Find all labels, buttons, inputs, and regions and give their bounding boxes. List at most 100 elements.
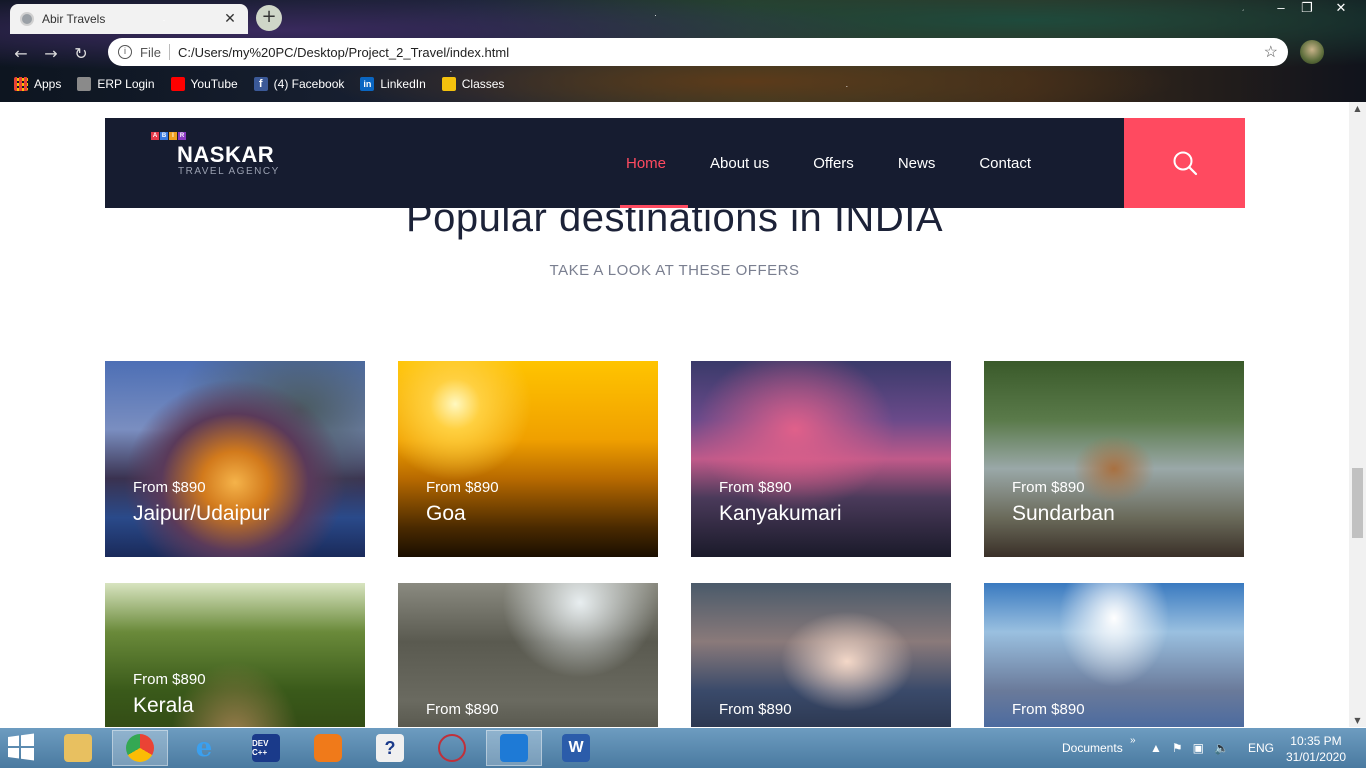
destination-card-jaipur-udaipur[interactable]: From $890 Jaipur/Udaipur [105,361,365,557]
tray-documents[interactable]: Documents [1062,728,1123,768]
section-subtitle: TAKE A LOOK AT THESE OFFERS [549,262,800,279]
destination-card-kanyakumari[interactable]: From $890 Kanyakumari [691,361,951,557]
chrome-icon [126,734,154,762]
flag-icon[interactable]: ⚑ [1172,741,1183,755]
search-icon [1173,151,1197,176]
nav-contact[interactable]: Contact [957,118,1053,208]
bookmark-label: Classes [461,77,505,91]
network-status-icon[interactable]: ▣ [1193,741,1204,755]
site-logo[interactable]: A B I R NASKAR TRAVEL AGENCY [151,132,280,177]
reload-icon[interactable]: ↻ [66,44,96,63]
tray-up-arrow-icon[interactable]: ▲ [1150,741,1162,755]
clock-date: 31/01/2020 [1285,750,1346,764]
card-name: Jaipur/Udaipur [133,502,270,525]
taskbar-clock[interactable]: 10:35 PM 31/01/2020 [1286,733,1346,765]
vscode-icon [500,734,528,762]
search-button[interactable] [1124,118,1245,208]
page-scrollbar[interactable]: ▲ ▼ [1349,102,1366,727]
site-header: A B I R NASKAR TRAVEL AGENCY Home About … [105,118,1245,208]
info-icon[interactable]: i [118,45,132,59]
clock-time: 10:35 PM [1290,734,1342,748]
profile-avatar[interactable] [1300,40,1324,64]
taskbar-word[interactable]: W [548,730,604,766]
xampp-icon [314,734,342,762]
close-window-icon[interactable]: ✕ [1328,0,1354,18]
scrollbar-thumb[interactable] [1352,468,1363,538]
apps-icon [14,77,28,91]
page-viewport: Popular destinations in INDIA TAKE A LOO… [0,102,1366,727]
nav-about-us[interactable]: About us [688,118,791,208]
scroll-down-icon[interactable]: ▼ [1349,716,1366,725]
destination-card-goa[interactable]: From $890 Goa [398,361,658,557]
scroll-up-icon[interactable]: ▲ [1349,104,1366,113]
folder-icon [64,734,92,762]
destination-card[interactable]: From $890 [398,583,658,727]
card-price: From $890 [133,671,206,688]
forward-icon[interactable]: → [36,44,66,63]
nav-home[interactable]: Home [604,118,689,208]
new-tab-button[interactable]: + [256,5,282,31]
card-price: From $890 [1012,479,1085,496]
destination-card[interactable]: From $890 [691,583,951,727]
bookmark-label: ERP Login [97,77,155,91]
card-price: From $890 [1012,701,1085,718]
word-icon: W [562,734,590,762]
browser-toolbar: ← → ↻ i File C:/Users/my%20PC/Desktop/Pr… [0,36,1366,70]
url-separator [168,44,170,60]
taskbar-dev-cpp[interactable]: DEV C++ [238,730,294,766]
taskbar-vscode[interactable] [486,730,542,766]
destination-card-kerala[interactable]: From $890 Kerala [105,583,365,727]
tray-chevron[interactable]: » [1130,720,1136,760]
card-name: Goa [426,502,466,525]
close-tab-icon[interactable]: ✕ [222,11,238,27]
ie-icon: e [195,733,213,763]
minimize-icon[interactable]: – [1268,0,1294,18]
globe-icon [20,12,34,26]
browser-tab[interactable]: Abir Travels ✕ [10,4,248,34]
bookmark-label: LinkedIn [380,77,426,91]
tab-title: Abir Travels [42,12,106,26]
url-scheme: File [140,44,161,60]
bookmark-linkedin[interactable]: in LinkedIn [360,77,426,91]
windows-logo-icon [8,733,34,761]
taskbar-internet-explorer[interactable]: e [176,730,232,766]
language-indicator[interactable]: ENG [1248,728,1274,768]
bookmark-classes[interactable]: Classes [441,77,505,91]
windows-start-button[interactable] [6,733,40,763]
destination-card[interactable]: From $890 [984,583,1244,727]
browser-chrome: Abir Travels ✕ + – ❐ ✕ ← → ↻ i File C:/U… [0,0,1366,102]
taskbar-help[interactable]: ? [362,730,418,766]
bookmark-facebook[interactable]: f (4) Facebook [253,77,344,91]
bookmark-erp-login[interactable]: ERP Login [77,77,155,91]
card-name: Kerala [133,694,194,717]
classes-icon [441,77,456,91]
destination-card-sundarban[interactable]: From $890 Sundarban [984,361,1244,557]
card-name: Kanyakumari [719,502,842,525]
card-price: From $890 [719,479,792,496]
taskbar-xampp[interactable] [300,730,356,766]
logo-letter: B [160,132,168,140]
back-icon[interactable]: ← [6,44,36,63]
system-tray: ▲ ⚑ ▣ 🔈 [1150,728,1229,768]
nav-news[interactable]: News [876,118,958,208]
brand-name: NASKAR [177,142,275,167]
card-price: From $890 [133,479,206,496]
network-icon [438,734,466,762]
facebook-icon: f [253,77,268,91]
taskbar-chrome[interactable] [112,730,168,766]
bookmark-youtube[interactable]: YouTube [170,77,238,91]
bookmark-apps[interactable]: Apps [14,77,61,91]
logo-letter: I [169,132,177,140]
dev-cpp-icon: DEV C++ [252,734,280,762]
url-text[interactable]: C:/Users/my%20PC/Desktop/Project_2_Trave… [178,45,1264,60]
documents-label: Documents [1062,741,1123,755]
bookmark-star-icon[interactable]: ☆ [1264,42,1278,62]
taskbar-file-explorer[interactable] [50,730,106,766]
logo-letters: A B I R [151,132,280,140]
address-bar[interactable]: i File C:/Users/my%20PC/Desktop/Project_… [108,38,1288,66]
taskbar-network-app[interactable] [424,730,480,766]
volume-icon[interactable]: 🔈 [1214,741,1229,755]
restore-icon[interactable]: ❐ [1294,0,1320,18]
card-name: Sundarban [1012,502,1115,525]
nav-offers[interactable]: Offers [791,118,876,208]
